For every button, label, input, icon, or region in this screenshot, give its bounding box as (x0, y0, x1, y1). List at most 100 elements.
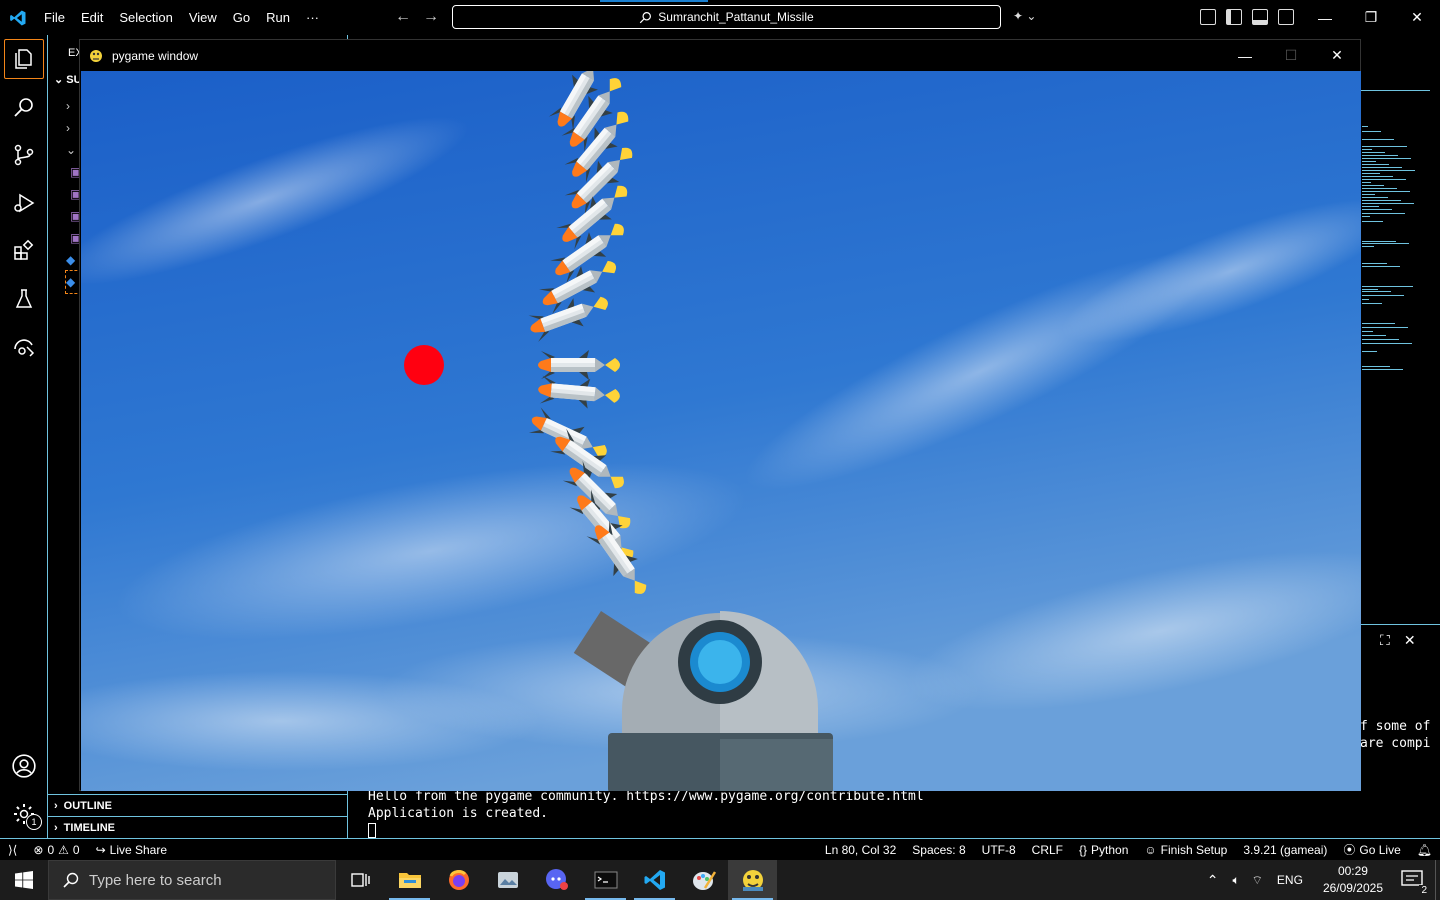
menu-run[interactable]: Run (258, 0, 298, 35)
close-icon[interactable]: ✕ (1394, 0, 1440, 35)
clock-time: 00:29 (1337, 864, 1368, 878)
show-desktop-button[interactable] (1435, 860, 1440, 900)
run-debug-icon[interactable] (0, 179, 48, 227)
taskbar-search[interactable]: Type here to search (48, 860, 336, 900)
minimap-line (1362, 216, 1370, 217)
warning-count: 0 (72, 842, 80, 857)
pygame-snake-icon (90, 49, 102, 62)
testing-icon[interactable] (0, 275, 48, 323)
notifications-icon[interactable]: 2 (1395, 869, 1435, 896)
error-count: 0 (47, 842, 55, 857)
source-control-icon[interactable] (0, 131, 48, 179)
layout-controls (1200, 9, 1294, 25)
photos-app-icon[interactable] (483, 860, 532, 900)
pygame-window: pygame window — ☐ ✕ (79, 39, 1361, 791)
search-icon[interactable] (0, 83, 48, 131)
copilot-icon[interactable]: ✦ ⌄ (1013, 9, 1036, 23)
minimap[interactable] (1360, 90, 1430, 390)
maximize-icon[interactable]: ☐ (1268, 40, 1314, 71)
customize-layout-icon[interactable] (1200, 9, 1216, 25)
minimap-line (1362, 209, 1392, 210)
live-share-button[interactable]: ↪ Live Share (88, 843, 175, 857)
folder-header[interactable]: ⌄ SU (54, 73, 82, 86)
close-panel-icon[interactable]: ✕ (1404, 632, 1416, 649)
notifications-bell-icon[interactable]: 🔔︎ (1409, 843, 1440, 857)
navigation-arrows: ← → (395, 8, 439, 26)
minimap-line (1362, 191, 1410, 192)
firefox-icon[interactable] (434, 860, 483, 900)
go-live-button[interactable]: ⦿ Go Live (1335, 841, 1408, 858)
discord-icon[interactable] (532, 860, 581, 900)
pygame-taskbar-icon[interactable] (728, 860, 777, 900)
game-canvas[interactable] (81, 71, 1361, 791)
manage-gear-icon[interactable]: 1 (0, 790, 48, 838)
minimap-line (1362, 131, 1381, 132)
language-mode[interactable]: {} Python (1071, 843, 1136, 857)
toggle-secondary-sidebar-icon[interactable] (1278, 9, 1294, 25)
minimap-line (1362, 164, 1389, 165)
explorer-icon[interactable] (4, 39, 44, 79)
indentation[interactable]: Spaces: 8 (904, 843, 973, 857)
menu-file[interactable]: File (36, 0, 73, 35)
toggle-sidebar-icon[interactable] (1226, 9, 1242, 25)
windows-start-icon[interactable] (0, 860, 48, 900)
minimap-line (1362, 139, 1394, 140)
minimize-icon[interactable]: — (1222, 40, 1268, 71)
search-icon (640, 11, 652, 23)
minimap-line (1362, 206, 1379, 207)
minimap-line (1362, 161, 1376, 162)
task-view-icon[interactable] (336, 860, 385, 900)
menu-selection[interactable]: Selection (111, 0, 180, 35)
toggle-panel-icon[interactable] (1252, 9, 1268, 25)
restore-icon[interactable]: ❐ (1348, 0, 1394, 35)
minimize-icon[interactable]: — (1302, 0, 1348, 35)
show-hidden-icons-icon[interactable]: ⌃ (1199, 872, 1227, 889)
minimap-line (1362, 303, 1382, 304)
vscode-window-controls: — ❐ ✕ (1302, 0, 1440, 35)
timeline-section[interactable]: › TIMELINE (48, 816, 348, 838)
problems-indicator[interactable]: ⊗ 0 ⚠ 0 (25, 843, 87, 857)
clock[interactable]: 00:29 26/09/2025 (1311, 863, 1395, 897)
finish-setup-button[interactable]: ☺ Finish Setup (1136, 843, 1235, 857)
outline-section[interactable]: › OUTLINE (48, 794, 348, 816)
terminal-cursor (368, 823, 376, 838)
red-target-ball (404, 345, 444, 385)
minimap-line (1362, 197, 1388, 198)
activity-bar: 1 (0, 35, 48, 838)
minimap-line (1362, 331, 1373, 332)
terminal-app-icon[interactable] (581, 860, 630, 900)
minimap-line (1362, 246, 1374, 247)
back-arrow-icon[interactable]: ← (395, 8, 411, 26)
accounts-icon[interactable] (0, 742, 48, 790)
pygame-window-title: pygame window (112, 48, 199, 63)
maximize-panel-icon[interactable]: ⛶ (1380, 632, 1390, 649)
vscode-taskbar-icon[interactable] (630, 860, 679, 900)
paint-app-icon[interactable] (679, 860, 728, 900)
minimap-line (1362, 200, 1401, 201)
live-share-label: Live Share (109, 842, 168, 857)
python-interpreter[interactable]: 3.9.21 (gameai) (1235, 843, 1335, 857)
volume-icon[interactable]: 🔈︎ (1226, 873, 1245, 888)
file-explorer-icon[interactable] (385, 860, 434, 900)
minimap-line (1362, 158, 1411, 159)
forward-arrow-icon[interactable]: → (423, 8, 439, 26)
wifi-icon[interactable]: ⌔ (1246, 873, 1269, 888)
encoding[interactable]: UTF-8 (974, 843, 1024, 857)
terminal[interactable]: Hello from the pygame community. https:/… (348, 788, 1440, 838)
remote-explorer-icon[interactable] (0, 323, 48, 371)
end-of-line[interactable]: CRLF (1024, 843, 1071, 857)
menu-go[interactable]: Go (225, 0, 258, 35)
command-center[interactable]: Sumranchit_Pattanut_Missile (452, 5, 1001, 29)
language-label: Python (1091, 842, 1129, 857)
minimap-line (1362, 366, 1390, 367)
remote-indicator-icon[interactable]: ⟩⟨ (0, 843, 25, 857)
turret-lens (698, 640, 742, 684)
input-language[interactable]: ENG (1269, 873, 1311, 887)
menu-view[interactable]: View (181, 0, 225, 35)
cursor-position[interactable]: Ln 80, Col 32 (817, 843, 904, 857)
minimap-line (1362, 351, 1377, 352)
close-icon[interactable]: ✕ (1314, 40, 1360, 71)
extensions-icon[interactable] (0, 227, 48, 275)
menu-edit[interactable]: Edit (73, 0, 111, 35)
menu-more[interactable]: ··· (298, 0, 327, 35)
